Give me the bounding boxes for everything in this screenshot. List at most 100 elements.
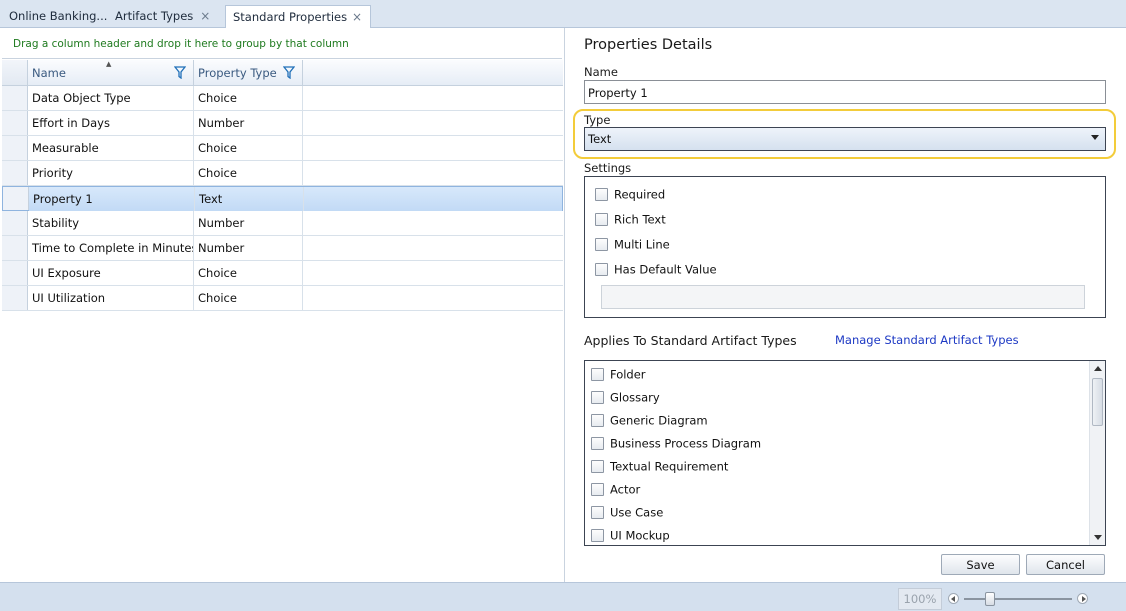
artifact-type-checkbox[interactable]: Glossary <box>591 389 660 405</box>
name-label: Name <box>584 65 618 79</box>
name-input[interactable]: Property 1 <box>584 80 1106 104</box>
table-row[interactable]: UI Utilization Choice <box>2 286 563 311</box>
cell-name[interactable]: UI Exposure <box>28 261 194 285</box>
artifact-type-checkbox[interactable]: Generic Diagram <box>591 412 708 428</box>
table-row[interactable]: Priority Choice <box>2 161 563 186</box>
cell-name[interactable]: Stability <box>28 211 194 235</box>
filter-icon[interactable] <box>174 66 186 79</box>
chevron-down-icon <box>1091 135 1099 140</box>
cell-property-type[interactable]: Choice <box>194 161 303 185</box>
tab-artifact-types[interactable]: Artifact Types × <box>108 5 219 28</box>
checkbox-icon[interactable] <box>595 263 608 276</box>
type-select[interactable]: Text <box>584 127 1106 151</box>
zoom-slider[interactable] <box>964 598 1072 600</box>
checkbox-icon[interactable] <box>591 506 604 519</box>
checkbox-icon[interactable] <box>591 483 604 496</box>
artifact-type-checkbox[interactable]: Use Case <box>591 504 663 520</box>
sort-ascending-icon: ▲ <box>106 60 112 68</box>
cell-name[interactable]: Property 1 <box>29 187 195 211</box>
checkbox-icon[interactable] <box>591 414 604 427</box>
scroll-thumb[interactable] <box>1092 378 1103 426</box>
row-indicator[interactable] <box>2 161 28 185</box>
cell-name[interactable]: Data Object Type <box>28 86 194 110</box>
cell-name[interactable]: Priority <box>28 161 194 185</box>
row-filler[interactable] <box>303 86 563 110</box>
artifact-type-checkbox[interactable]: Folder <box>591 366 646 382</box>
row-indicator[interactable] <box>3 187 29 210</box>
checkbox-icon[interactable] <box>595 238 608 251</box>
row-filler[interactable] <box>303 161 563 185</box>
group-by-hint[interactable]: Drag a column header and drop it here to… <box>2 29 562 59</box>
row-filler[interactable] <box>304 187 562 211</box>
row-filler[interactable] <box>303 236 563 260</box>
default-value-input <box>601 285 1085 309</box>
column-header-property-type[interactable]: Property Type <box>194 60 303 86</box>
header-indicator <box>2 60 28 85</box>
rich-text-checkbox[interactable]: Rich Text <box>595 211 666 227</box>
close-icon[interactable]: × <box>352 6 362 28</box>
cell-property-type[interactable]: Number <box>194 236 303 260</box>
scrollbar[interactable] <box>1089 361 1105 545</box>
row-filler[interactable] <box>303 211 563 235</box>
zoom-out-icon[interactable] <box>948 593 959 604</box>
artifact-type-checkbox[interactable]: Business Process Diagram <box>591 435 761 451</box>
cell-name[interactable]: UI Utilization <box>28 286 194 310</box>
tab-standard-properties[interactable]: Standard Properties × <box>225 5 371 29</box>
table-row[interactable]: Data Object Type Choice <box>2 86 563 111</box>
manage-artifact-types-link[interactable]: Manage Standard Artifact Types <box>835 333 1019 347</box>
checkbox-icon[interactable] <box>591 529 604 542</box>
status-bar: 100% <box>0 582 1126 611</box>
close-icon[interactable]: × <box>200 5 210 27</box>
required-checkbox[interactable]: Required <box>595 186 665 202</box>
cell-property-type[interactable]: Choice <box>194 86 303 110</box>
table-row[interactable]: Time to Complete in Minutes Number <box>2 236 563 261</box>
cell-property-type[interactable]: Number <box>194 211 303 235</box>
cell-property-type[interactable]: Choice <box>194 286 303 310</box>
filter-icon[interactable] <box>283 66 295 79</box>
checkbox-icon[interactable] <box>591 460 604 473</box>
cell-name[interactable]: Measurable <box>28 136 194 160</box>
checkbox-icon[interactable] <box>591 437 604 450</box>
row-indicator[interactable] <box>2 86 28 110</box>
row-indicator[interactable] <box>2 261 28 285</box>
artifact-type-checkbox[interactable]: UI Mockup <box>591 527 670 543</box>
artifact-type-checkbox[interactable]: Actor <box>591 481 640 497</box>
scroll-down-icon[interactable] <box>1094 535 1102 540</box>
zoom-slider-thumb[interactable] <box>985 592 995 606</box>
row-filler[interactable] <box>303 261 563 285</box>
row-filler[interactable] <box>303 136 563 160</box>
checkbox-icon[interactable] <box>591 391 604 404</box>
column-header-name[interactable]: Name ▲ <box>28 60 194 86</box>
zoom-in-icon[interactable] <box>1077 593 1088 604</box>
tab-online-banking[interactable]: Online Banking... <box>2 5 114 28</box>
cell-name[interactable]: Time to Complete in Minutes <box>28 236 194 260</box>
cell-property-type[interactable]: Choice <box>194 261 303 285</box>
row-indicator[interactable] <box>2 211 28 235</box>
scroll-up-icon[interactable] <box>1094 366 1102 371</box>
table-row[interactable]: Measurable Choice <box>2 136 563 161</box>
table-row[interactable]: UI Exposure Choice <box>2 261 563 286</box>
settings-label: Settings <box>584 161 632 175</box>
checkbox-icon[interactable] <box>595 188 608 201</box>
row-filler[interactable] <box>303 286 563 310</box>
table-row[interactable]: Stability Number <box>2 211 563 236</box>
checkbox-icon[interactable] <box>595 213 608 226</box>
row-filler[interactable] <box>303 111 563 135</box>
type-label: Type <box>584 113 611 127</box>
checkbox-icon[interactable] <box>591 368 604 381</box>
cell-property-type[interactable]: Choice <box>194 136 303 160</box>
artifact-type-checkbox[interactable]: Textual Requirement <box>591 458 728 474</box>
multi-line-checkbox[interactable]: Multi Line <box>595 236 670 252</box>
cell-name[interactable]: Effort in Days <box>28 111 194 135</box>
cancel-button[interactable]: Cancel <box>1026 554 1105 575</box>
cell-property-type[interactable]: Text <box>195 187 304 211</box>
table-row[interactable]: Effort in Days Number <box>2 111 563 136</box>
save-button[interactable]: Save <box>941 554 1020 575</box>
table-row[interactable]: Property 1 Text <box>2 186 563 211</box>
row-indicator[interactable] <box>2 136 28 160</box>
row-indicator[interactable] <box>2 286 28 310</box>
row-indicator[interactable] <box>2 111 28 135</box>
cell-property-type[interactable]: Number <box>194 111 303 135</box>
row-indicator[interactable] <box>2 236 28 260</box>
has-default-value-checkbox[interactable]: Has Default Value <box>595 261 717 277</box>
